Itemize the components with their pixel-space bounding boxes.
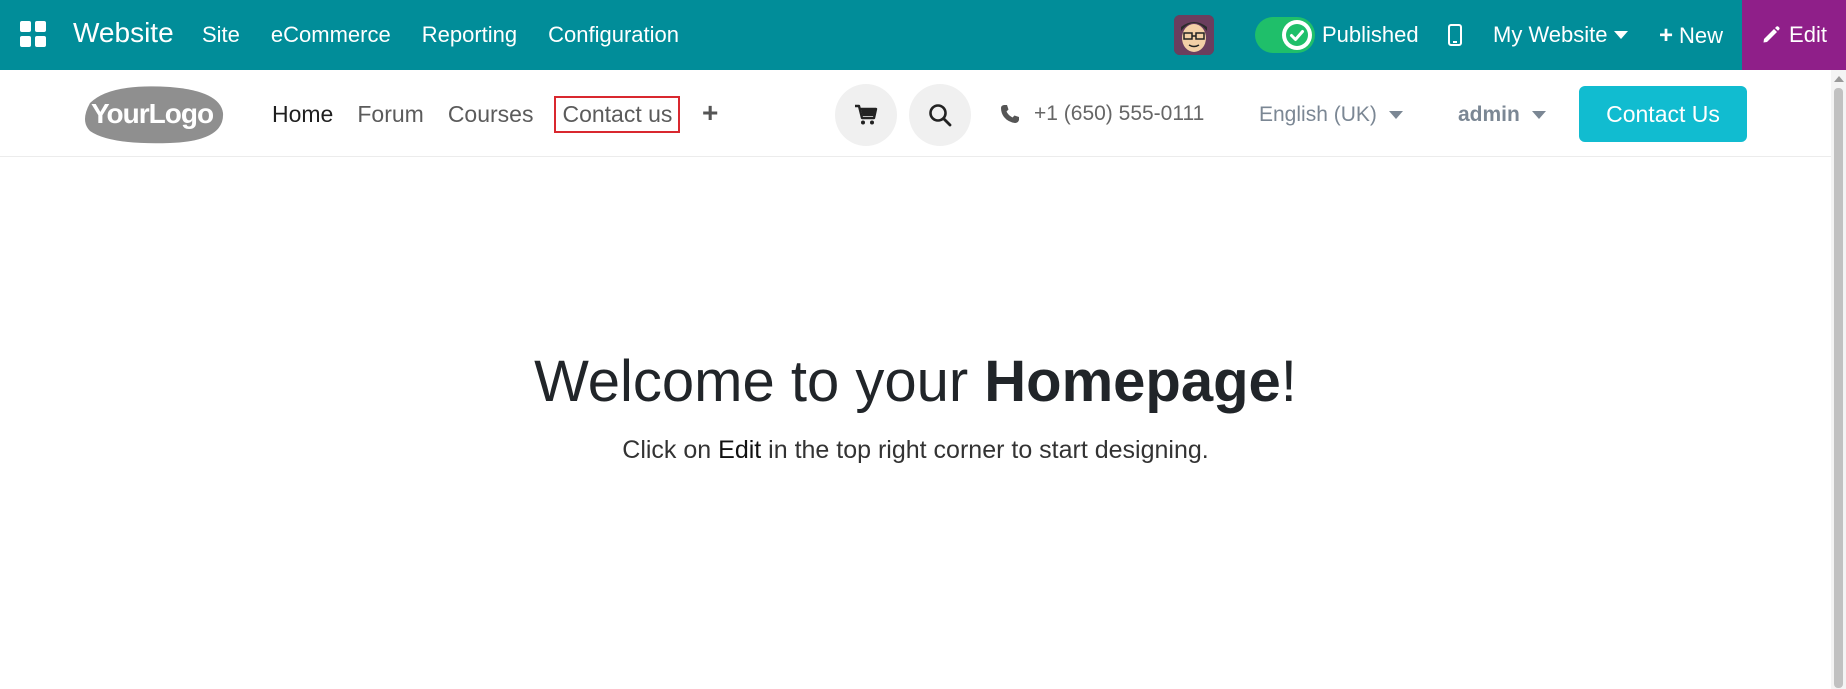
top-menu-reporting[interactable]: Reporting — [422, 22, 517, 48]
homepage-title: Welcome to your Homepage! — [534, 349, 1297, 414]
search-button[interactable] — [909, 84, 971, 146]
scroll-up-arrow-icon[interactable] — [1834, 76, 1844, 82]
new-label: New — [1679, 23, 1724, 48]
edit-button[interactable]: Edit — [1742, 0, 1846, 70]
nav-contact-us[interactable]: Contact us — [554, 96, 681, 133]
logo-icon: YourLogo — [85, 86, 224, 144]
website-header: YourLogo Home Forum Courses Contact us +… — [0, 70, 1831, 157]
top-menu: Site eCommerce Reporting Configuration — [202, 22, 679, 48]
contact-us-button[interactable]: Contact Us — [1579, 86, 1747, 142]
nav-forum[interactable]: Forum — [357, 101, 423, 128]
top-menu-configuration[interactable]: Configuration — [548, 22, 679, 48]
top-menu-site[interactable]: Site — [202, 22, 240, 48]
my-website-label: My Website — [1493, 22, 1608, 47]
add-menu-item-icon[interactable]: + — [702, 97, 718, 129]
user-avatar[interactable] — [1174, 15, 1214, 55]
nav-courses[interactable]: Courses — [448, 101, 534, 128]
caret-down-icon — [1531, 111, 1546, 119]
pencil-icon — [1763, 26, 1780, 43]
phone-number: +1 (650) 555-0111 — [1034, 102, 1205, 125]
search-icon — [929, 104, 952, 127]
apps-grid-icon[interactable] — [20, 21, 46, 47]
phone-icon — [1001, 105, 1019, 123]
published-toggle[interactable] — [1255, 17, 1315, 53]
language-label: English (UK) — [1259, 103, 1377, 126]
admin-top-bar: Website Site eCommerce Reporting Configu… — [0, 0, 1846, 70]
published-label[interactable]: Published — [1322, 22, 1419, 48]
top-menu-ecommerce[interactable]: eCommerce — [271, 22, 391, 48]
user-name: admin — [1458, 103, 1520, 126]
my-website-dropdown[interactable]: My Website — [1493, 22, 1628, 48]
site-logo[interactable]: YourLogo — [80, 83, 225, 145]
phone-contact[interactable]: +1 (650) 555-0111 — [1000, 102, 1204, 126]
user-menu[interactable]: admin — [1458, 103, 1546, 127]
language-selector[interactable]: English (UK) — [1259, 103, 1403, 127]
app-name[interactable]: Website — [73, 17, 174, 49]
cart-icon — [855, 104, 878, 125]
scroll-thumb[interactable] — [1834, 88, 1843, 688]
caret-down-icon — [1613, 31, 1628, 39]
caret-down-icon — [1388, 111, 1403, 119]
nav-home[interactable]: Home — [272, 101, 333, 128]
mobile-preview-icon[interactable] — [1448, 24, 1462, 46]
page-scrollbar[interactable] — [1831, 70, 1846, 689]
plus-icon: + — [1659, 22, 1674, 49]
site-nav: Home Forum Courses Contact us — [272, 96, 699, 133]
cart-button[interactable] — [835, 84, 897, 146]
homepage-subtitle: Click on Edit in the top right corner to… — [622, 436, 1209, 464]
avatar-face-icon — [1174, 15, 1214, 55]
check-icon — [1282, 20, 1312, 50]
new-button[interactable]: + New — [1659, 22, 1723, 50]
edit-label: Edit — [1789, 22, 1827, 47]
svg-text:YourLogo: YourLogo — [91, 98, 214, 129]
